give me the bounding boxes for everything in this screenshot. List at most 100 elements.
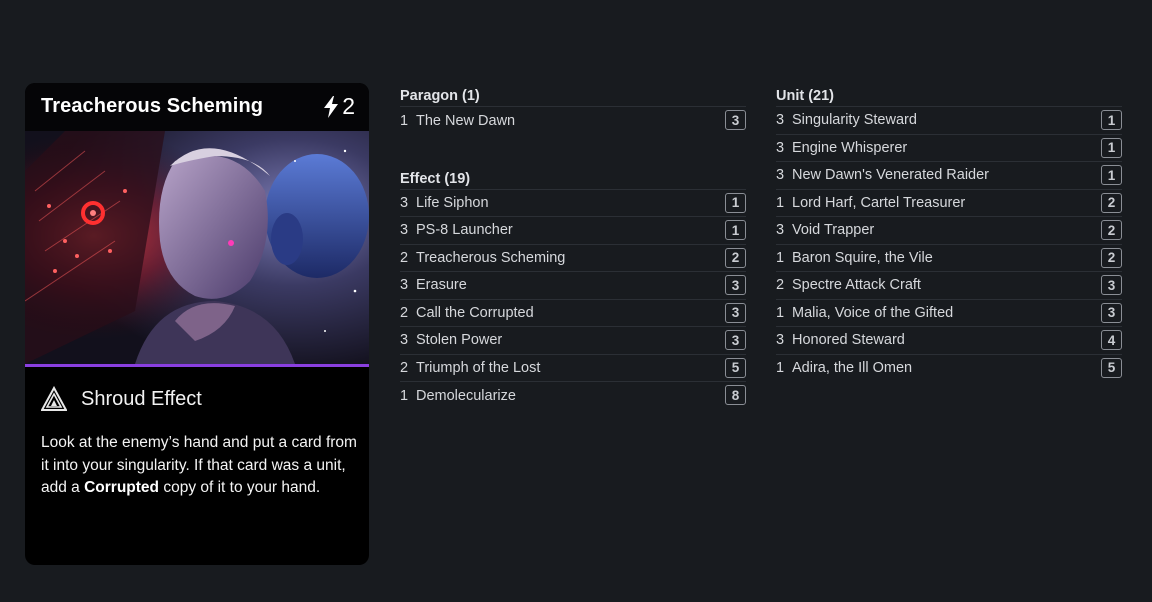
card-row[interactable]: 3 Stolen Power 3 <box>400 327 746 355</box>
card-name: PS-8 Launcher <box>416 222 513 239</box>
card-row[interactable]: 1 Demolecularize 8 <box>400 382 746 410</box>
card-header: Treacherous Scheming 2 <box>25 83 369 131</box>
card-quantity: 1 <box>776 249 785 266</box>
card-name: Triumph of the Lost <box>416 359 541 376</box>
card-quantity: 3 <box>400 277 409 294</box>
card-type-label: Shroud Effect <box>81 387 202 410</box>
section-paragon: Paragon (1) 1 The New Dawn 3 <box>400 87 746 135</box>
card-name: Honored Steward <box>792 332 905 349</box>
card-row[interactable]: 2 Spectre Attack Craft 3 <box>776 272 1122 300</box>
card-row[interactable]: 2 Treacherous Scheming 2 <box>400 245 746 272</box>
card-cost-value: 2 <box>342 93 355 119</box>
deck-column-right: Unit (21) 3 Singularity Steward 1 3 Engine W… <box>776 87 1122 382</box>
card-cost-badge: 5 <box>1101 357 1122 378</box>
card-text-part: copy of it to your hand. <box>159 479 321 496</box>
card-row[interactable]: 2 Triumph of the Lost 5 <box>400 355 746 382</box>
card-title: Treacherous Scheming <box>41 95 264 117</box>
card-cost-badge: 1 <box>725 220 746 240</box>
card-cost-badge: 2 <box>1101 192 1122 213</box>
card-row[interactable]: 3 Erasure 3 <box>400 272 746 300</box>
card-row[interactable]: 2 Call the Corrupted 3 <box>400 300 746 327</box>
card-name: Adira, the Ill Omen <box>792 360 913 377</box>
card-cost-badge: 3 <box>1101 302 1122 323</box>
card-name: Stolen Power <box>416 332 503 349</box>
deck-column-left: Paragon (1) 1 The New Dawn 3 Effect (19) 3… <box>400 87 746 410</box>
card-name: New Dawn's Venerated Raider <box>792 167 990 184</box>
card-quantity: 1 <box>776 304 785 321</box>
card-name: Baron Squire, the Vile <box>792 249 933 266</box>
card-quantity: 1 <box>400 112 409 129</box>
card-name: Malia, Voice of the Gifted <box>792 304 954 321</box>
card-row[interactable]: 3 Life Siphon 1 <box>400 190 746 217</box>
card-list: 3 Singularity Steward 1 3 Engine Whisperer 1 3… <box>776 107 1122 382</box>
section-effect: Effect (19) 3 Life Siphon 1 3 PS-8 Launcher 1… <box>400 170 746 410</box>
card-quantity: 3 <box>776 332 785 349</box>
card-preview: Treacherous Scheming 2 Shroud Effect Loo… <box>25 83 369 565</box>
card-row[interactable]: 1 Malia, Voice of the Gifted 3 <box>776 300 1122 327</box>
card-list: 3 Life Siphon 1 3 PS-8 Launcher 1 2 Treacherous… <box>400 190 746 410</box>
card-row[interactable]: 1 Baron Squire, the Vile 2 <box>776 245 1122 272</box>
card-cost-badge: 2 <box>1101 220 1122 240</box>
card-row[interactable]: 3 New Dawn's Venerated Raider 1 <box>776 162 1122 190</box>
card-cost-badge: 2 <box>725 247 746 268</box>
card-row[interactable]: 3 PS-8 Launcher 1 <box>400 217 746 245</box>
card-name: Call the Corrupted <box>416 304 534 321</box>
section-title: Unit (21) <box>776 87 1122 107</box>
card-quantity: 3 <box>400 222 409 239</box>
card-cost-badge: 3 <box>725 110 746 130</box>
card-art <box>25 131 369 364</box>
card-quantity: 2 <box>776 277 785 294</box>
section-title: Effect (19) <box>400 170 746 190</box>
card-quantity: 3 <box>776 222 785 239</box>
card-quantity: 1 <box>776 194 785 211</box>
card-quantity: 3 <box>776 139 785 156</box>
card-cost-badge: 3 <box>725 330 746 350</box>
card-name: Void Trapper <box>792 222 875 239</box>
card-quantity: 1 <box>776 360 785 377</box>
deck-page: Treacherous Scheming 2 Shroud Effect Loo… <box>0 0 1152 602</box>
card-cost-badge: 2 <box>1101 247 1122 268</box>
card-cost-badge: 4 <box>1101 330 1122 350</box>
card-list: 1 The New Dawn 3 <box>400 107 746 135</box>
card-cost-badge: 1 <box>1101 110 1122 130</box>
card-cost-badge: 3 <box>725 302 746 323</box>
card-row[interactable]: 1 Adira, the Ill Omen 5 <box>776 355 1122 383</box>
lightning-bolt-icon <box>322 95 340 118</box>
card-row[interactable]: 3 Honored Steward 4 <box>776 327 1122 355</box>
card-quantity: 2 <box>400 249 409 266</box>
card-quantity: 2 <box>400 359 409 376</box>
card-quantity: 3 <box>400 332 409 349</box>
section-unit: Unit (21) 3 Singularity Steward 1 3 Engine W… <box>776 87 1122 382</box>
card-row[interactable]: 1 The New Dawn 3 <box>400 107 746 135</box>
shroud-icon <box>40 385 68 412</box>
section-title: Paragon (1) <box>400 87 746 107</box>
card-cost-badge: 8 <box>725 385 746 405</box>
card-name: Treacherous Scheming <box>416 249 566 266</box>
card-row[interactable]: 3 Singularity Steward 1 <box>776 107 1122 135</box>
card-cost: 2 <box>322 93 355 120</box>
card-divider <box>25 364 369 367</box>
card-name: Erasure <box>416 277 467 294</box>
card-row[interactable]: 3 Void Trapper 2 <box>776 217 1122 245</box>
card-name: The New Dawn <box>416 112 516 129</box>
card-quantity: 2 <box>400 304 409 321</box>
card-quantity: 3 <box>776 167 785 184</box>
card-name: Singularity Steward <box>792 112 917 129</box>
card-rules-text: Look at the enemy’s hand and put a card … <box>41 432 359 500</box>
card-cost-badge: 3 <box>725 275 746 295</box>
card-type: Shroud Effect <box>40 385 202 412</box>
card-quantity: 3 <box>776 112 785 129</box>
card-name: Engine Whisperer <box>792 139 908 156</box>
card-name: Lord Harf, Cartel Treasurer <box>792 194 966 211</box>
card-name: Demolecularize <box>416 387 516 404</box>
card-keyword: Corrupted <box>84 479 160 496</box>
card-cost-badge: 3 <box>1101 275 1122 295</box>
card-cost-badge: 5 <box>725 357 746 378</box>
card-cost-badge: 1 <box>1101 165 1122 185</box>
card-row[interactable]: 3 Engine Whisperer 1 <box>776 135 1122 162</box>
card-name: Spectre Attack Craft <box>792 277 921 294</box>
card-quantity: 3 <box>400 194 409 211</box>
card-cost-badge: 1 <box>1101 137 1122 158</box>
card-row[interactable]: 1 Lord Harf, Cartel Treasurer 2 <box>776 190 1122 217</box>
card-quantity: 1 <box>400 387 409 404</box>
